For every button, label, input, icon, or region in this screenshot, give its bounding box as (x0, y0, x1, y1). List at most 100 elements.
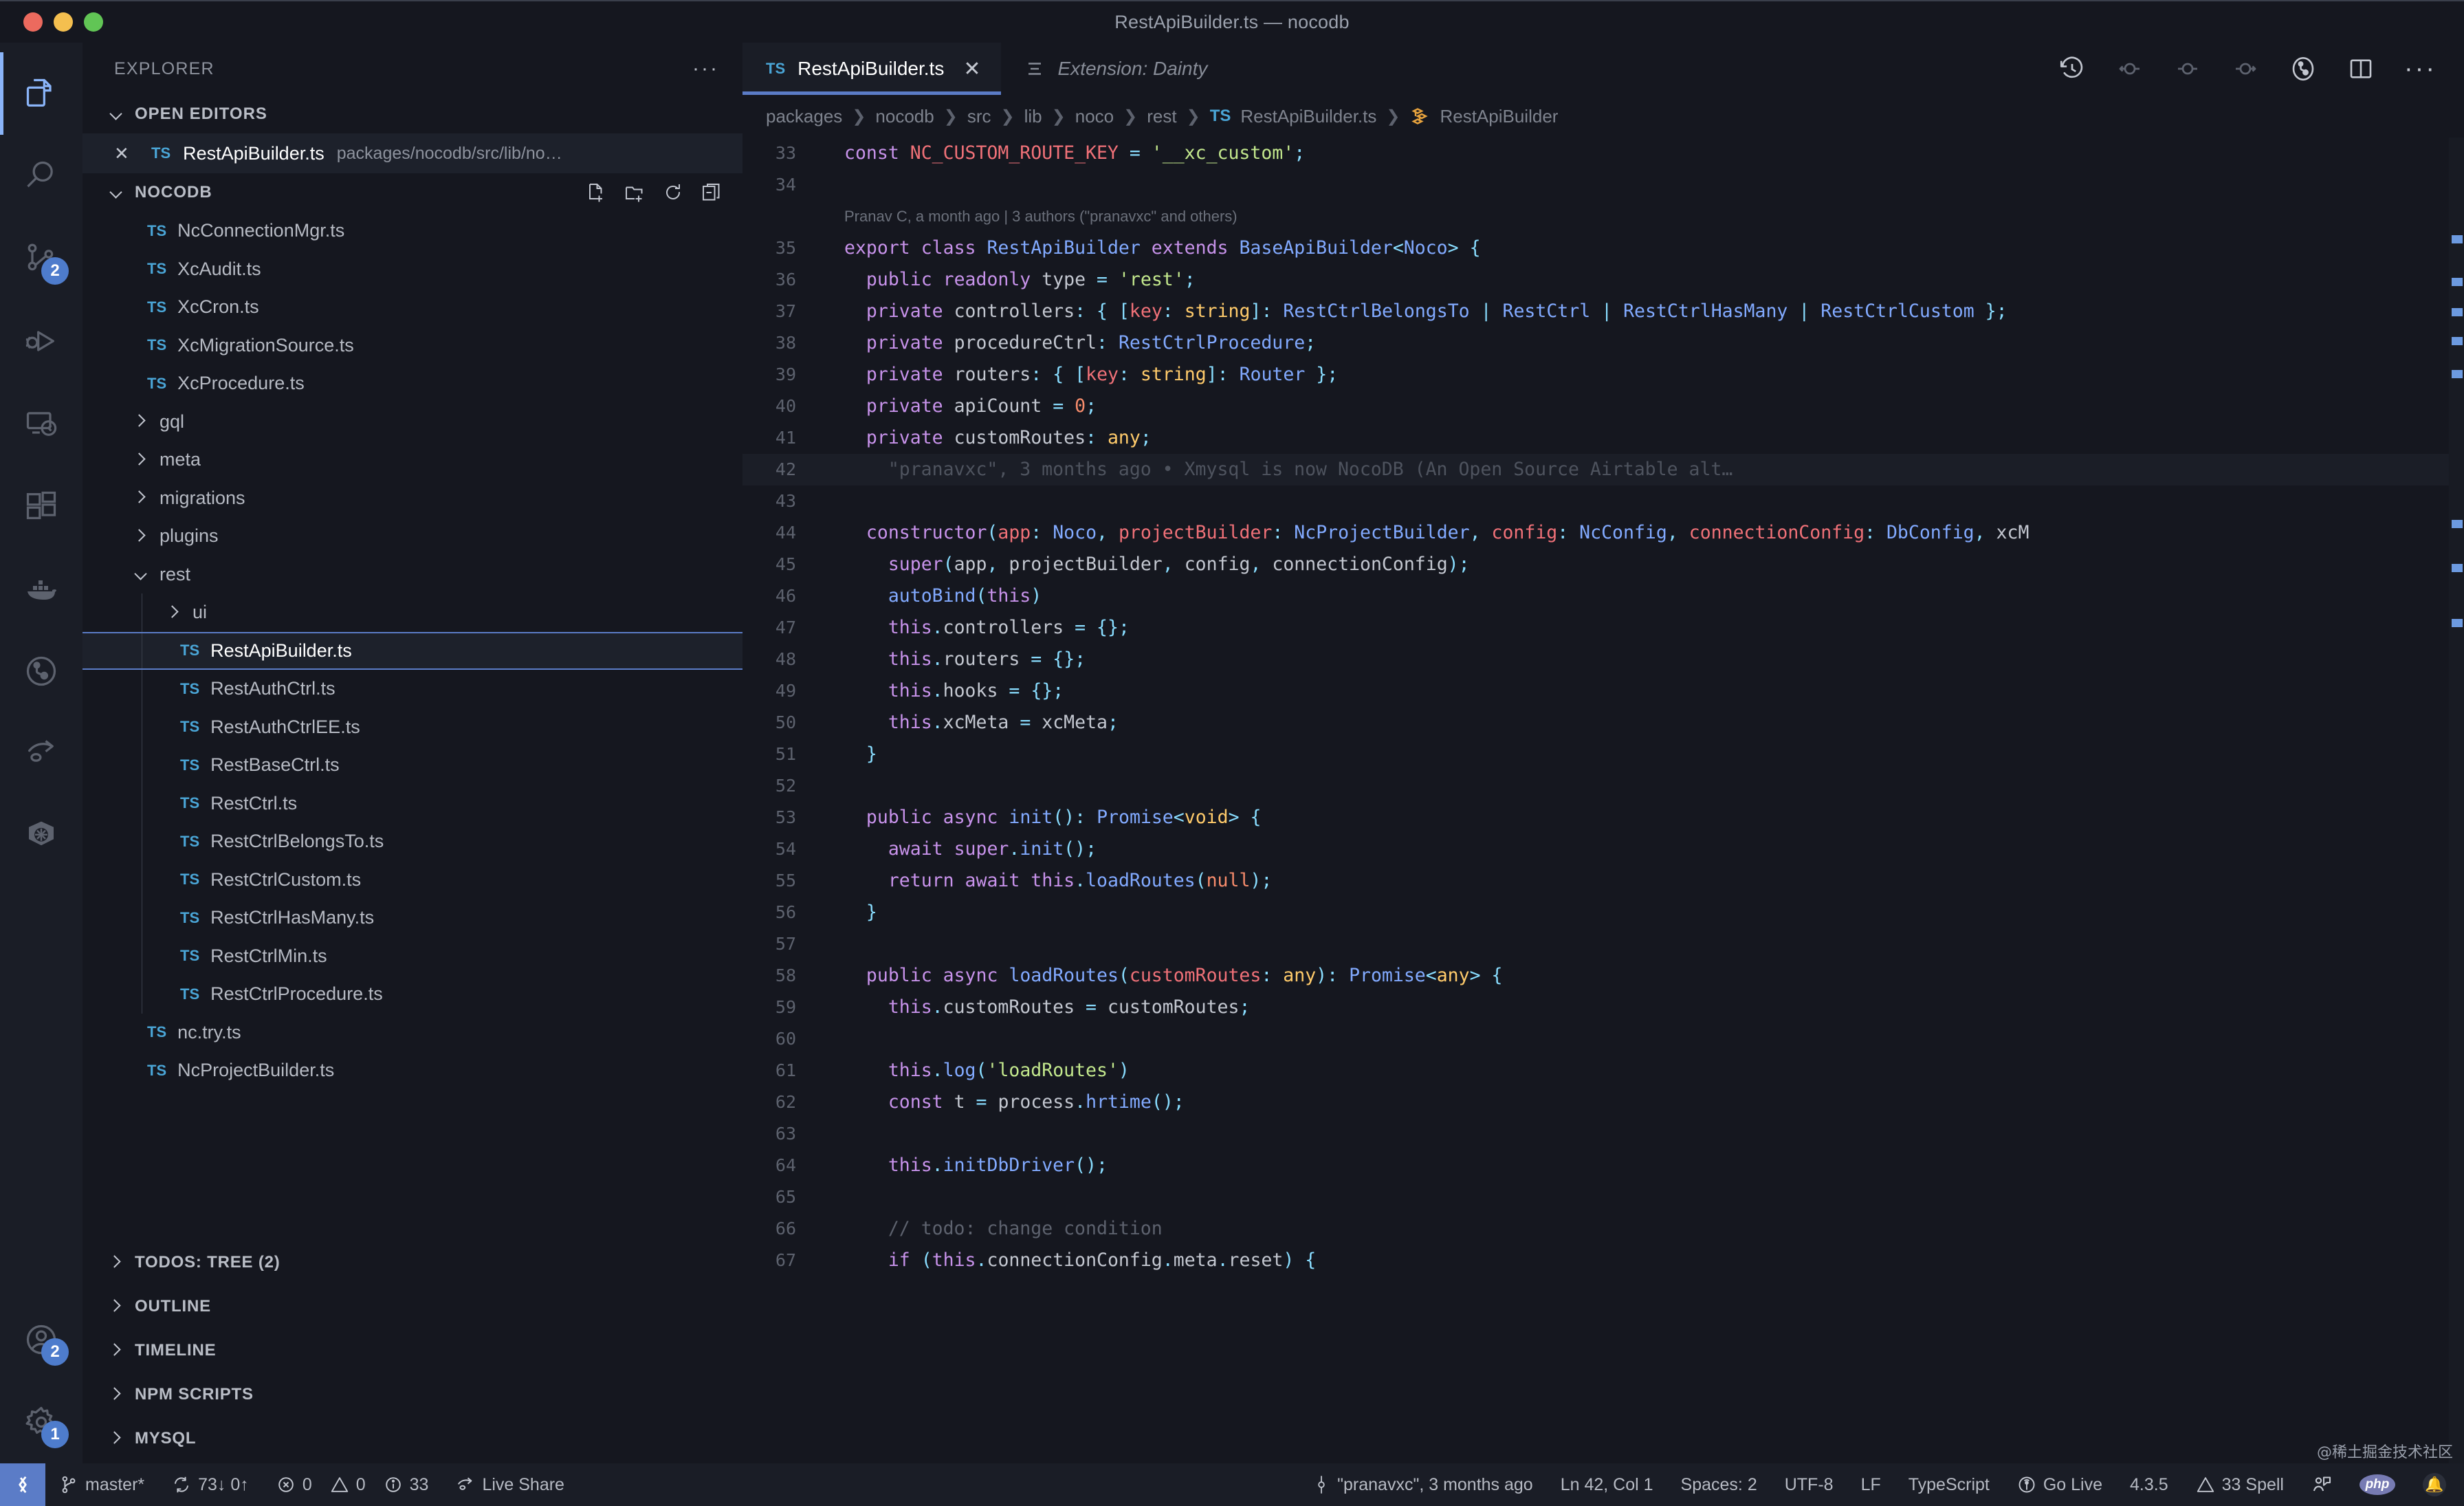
tree-file[interactable]: TS RestCtrlHasMany.ts (82, 899, 742, 937)
status-feedback[interactable] (2298, 1463, 2346, 1506)
code-line[interactable]: 58 public async loadRoutes(customRoutes:… (742, 960, 2464, 992)
sidebar-section-timeline[interactable]: TIMELINE (82, 1329, 742, 1373)
code-line[interactable]: 60 (742, 1023, 2464, 1055)
tree-file[interactable]: TS RestBaseCtrl.ts (82, 746, 742, 785)
tree-file[interactable]: TS RestApiBuilder.ts (82, 631, 742, 670)
previous-change-icon[interactable] (2115, 54, 2144, 83)
section-workspace-nocodb[interactable]: NOCODB (82, 173, 742, 212)
code-line[interactable]: 38 private procedureCtrl: RestCtrlProced… (742, 327, 2464, 359)
more-actions-icon[interactable]: ··· (2404, 56, 2436, 82)
activity-item-search[interactable] (0, 135, 82, 217)
code-line[interactable]: 46 autoBind(this) (742, 580, 2464, 612)
tree-file[interactable]: TS RestCtrlBelongsTo.ts (82, 822, 742, 861)
breadcrumb-item[interactable]: noco (1075, 106, 1114, 127)
code-line[interactable]: 50 this.xcMeta = xcMeta; (742, 707, 2464, 739)
current-change-icon[interactable] (2173, 54, 2202, 83)
code-line[interactable]: 65 (742, 1181, 2464, 1213)
code-line[interactable]: 67 if (this.connectionConfig.meta.reset)… (742, 1245, 2464, 1276)
code-editor[interactable]: 33 const NC_CUSTOM_ROUTE_KEY = '__xc_cust… (742, 138, 2464, 1463)
activity-item-extensions[interactable] (0, 465, 82, 547)
code-line[interactable]: 36 public readonly type = 'rest'; (742, 264, 2464, 296)
tree-folder[interactable]: rest (82, 556, 742, 594)
breadcrumb-item[interactable]: lib (1024, 106, 1042, 127)
status-encoding[interactable]: UTF-8 (1771, 1463, 1847, 1506)
tree-file[interactable]: TS XcAudit.ts (82, 250, 742, 289)
activity-item-explorer[interactable] (0, 52, 82, 135)
sidebar-section-mysql[interactable]: MYSQL (82, 1417, 742, 1461)
code-line[interactable]: 42 "pranavxc", 3 months ago • Xmysql is … (742, 454, 2464, 485)
tree-file[interactable]: TS nc.try.ts (82, 1014, 742, 1052)
editor-scrollbar[interactable] (2449, 138, 2464, 1463)
breadcrumb-item[interactable]: packages (766, 106, 842, 127)
code-line[interactable]: 37 private controllers: { [key: string]:… (742, 296, 2464, 327)
explorer-more-actions-icon[interactable]: ··· (692, 57, 719, 80)
activity-item-manage[interactable]: 1 (0, 1381, 82, 1463)
code-line[interactable]: 56 } (742, 897, 2464, 928)
status-live-share[interactable]: Live Share (442, 1463, 578, 1506)
close-icon[interactable]: ✕ (963, 57, 980, 81)
tree-file[interactable]: TS RestCtrlCustom.ts (82, 860, 742, 899)
activity-item-docker[interactable] (0, 547, 82, 630)
refresh-icon[interactable] (663, 182, 683, 203)
next-change-icon[interactable] (2231, 54, 2260, 83)
activity-item-remote-explorer[interactable] (0, 382, 82, 465)
tree-folder[interactable]: ui (82, 593, 742, 632)
code-line[interactable]: 62 const t = process.hrtime(); (742, 1087, 2464, 1118)
activity-item-git-graph[interactable] (0, 630, 82, 712)
sidebar-section-todos-tree-2[interactable]: TODOS: TREE (2) (82, 1241, 742, 1285)
tree-folder[interactable]: migrations (82, 479, 742, 518)
tree-file[interactable]: TS RestAuthCtrlEE.ts (82, 708, 742, 746)
tree-file[interactable]: TS XcMigrationSource.ts (82, 327, 742, 365)
code-line[interactable]: 57 (742, 928, 2464, 960)
code-line[interactable]: 41 private customRoutes: any; (742, 422, 2464, 454)
code-line[interactable]: 52 (742, 770, 2464, 802)
code-line[interactable]: 39 private routers: { [key: string]: Rou… (742, 359, 2464, 391)
status-eol[interactable]: LF (1847, 1463, 1895, 1506)
code-line[interactable]: 34 (742, 169, 2464, 201)
tree-file[interactable]: TS RestCtrl.ts (82, 784, 742, 822)
code-line[interactable]: 61 this.log('loadRoutes') (742, 1055, 2464, 1087)
breadcrumb-item[interactable]: src (967, 106, 991, 127)
minimize-window-button[interactable] (54, 12, 73, 32)
close-icon[interactable]: ✕ (114, 143, 133, 164)
file-tree[interactable]: TS NcConnectionMgr.ts TS XcAudit.ts TS XcCron… (82, 212, 742, 1241)
code-line[interactable]: 47 this.controllers = {}; (742, 612, 2464, 644)
tree-folder[interactable]: meta (82, 441, 742, 479)
status-language-mode[interactable]: TypeScript (1895, 1463, 2003, 1506)
activity-item-live-share[interactable] (0, 712, 82, 795)
tree-file[interactable]: TS RestAuthCtrl.ts (82, 670, 742, 708)
git-compare-icon[interactable] (2289, 54, 2318, 83)
code-line[interactable]: 43 (742, 485, 2464, 517)
activity-item-kubernetes[interactable] (0, 795, 82, 877)
window-controls[interactable] (0, 12, 103, 32)
code-line[interactable]: 54 await super.init(); (742, 833, 2464, 865)
code-line[interactable]: 59 this.customRoutes = customRoutes; (742, 992, 2464, 1023)
activity-item-run-and-debug[interactable] (0, 300, 82, 382)
tree-folder[interactable]: gql (82, 403, 742, 441)
new-file-icon[interactable] (586, 182, 606, 203)
code-line[interactable]: 48 this.routers = {}; (742, 644, 2464, 675)
tree-file[interactable]: TS XcProcedure.ts (82, 364, 742, 403)
status-sync[interactable]: 73↓ 0↑ (158, 1463, 263, 1506)
collapse-all-icon[interactable] (701, 182, 722, 203)
tree-file[interactable]: TS RestCtrlMin.ts (82, 937, 742, 975)
tab-restapibuilder-ts[interactable]: TS RestApiBuilder.ts ✕ (742, 43, 1002, 95)
status-indentation[interactable]: Spaces: 2 (1667, 1463, 1771, 1506)
code-line[interactable]: 40 private apiCount = 0; (742, 391, 2464, 422)
status-cursor-position[interactable]: Ln 42, Col 1 (1547, 1463, 1667, 1506)
tab-extension-dainty[interactable]: Extension: Dainty (1001, 43, 1229, 95)
status-ts-version[interactable]: 4.3.5 (2116, 1463, 2182, 1506)
tree-file[interactable]: TS RestCtrlProcedure.ts (82, 975, 742, 1014)
status-problems[interactable]: 0 0 33 (263, 1463, 443, 1506)
status-branch[interactable]: master* (45, 1463, 158, 1506)
zoom-window-button[interactable] (84, 12, 103, 32)
code-line[interactable]: 53 public async init(): Promise<void> { (742, 802, 2464, 833)
activity-item-source-control[interactable]: 2 (0, 217, 82, 300)
code-line[interactable]: 45 super(app, projectBuilder, config, co… (742, 549, 2464, 580)
code-line[interactable]: 49 this.hooks = {}; (742, 675, 2464, 707)
status-go-live[interactable]: Go Live (2003, 1463, 2116, 1506)
new-folder-icon[interactable] (624, 182, 645, 203)
close-window-button[interactable] (23, 12, 43, 32)
tree-file[interactable]: TS NcConnectionMgr.ts (82, 212, 742, 250)
status-spell-checker[interactable]: 33 Spell (2182, 1463, 2298, 1506)
